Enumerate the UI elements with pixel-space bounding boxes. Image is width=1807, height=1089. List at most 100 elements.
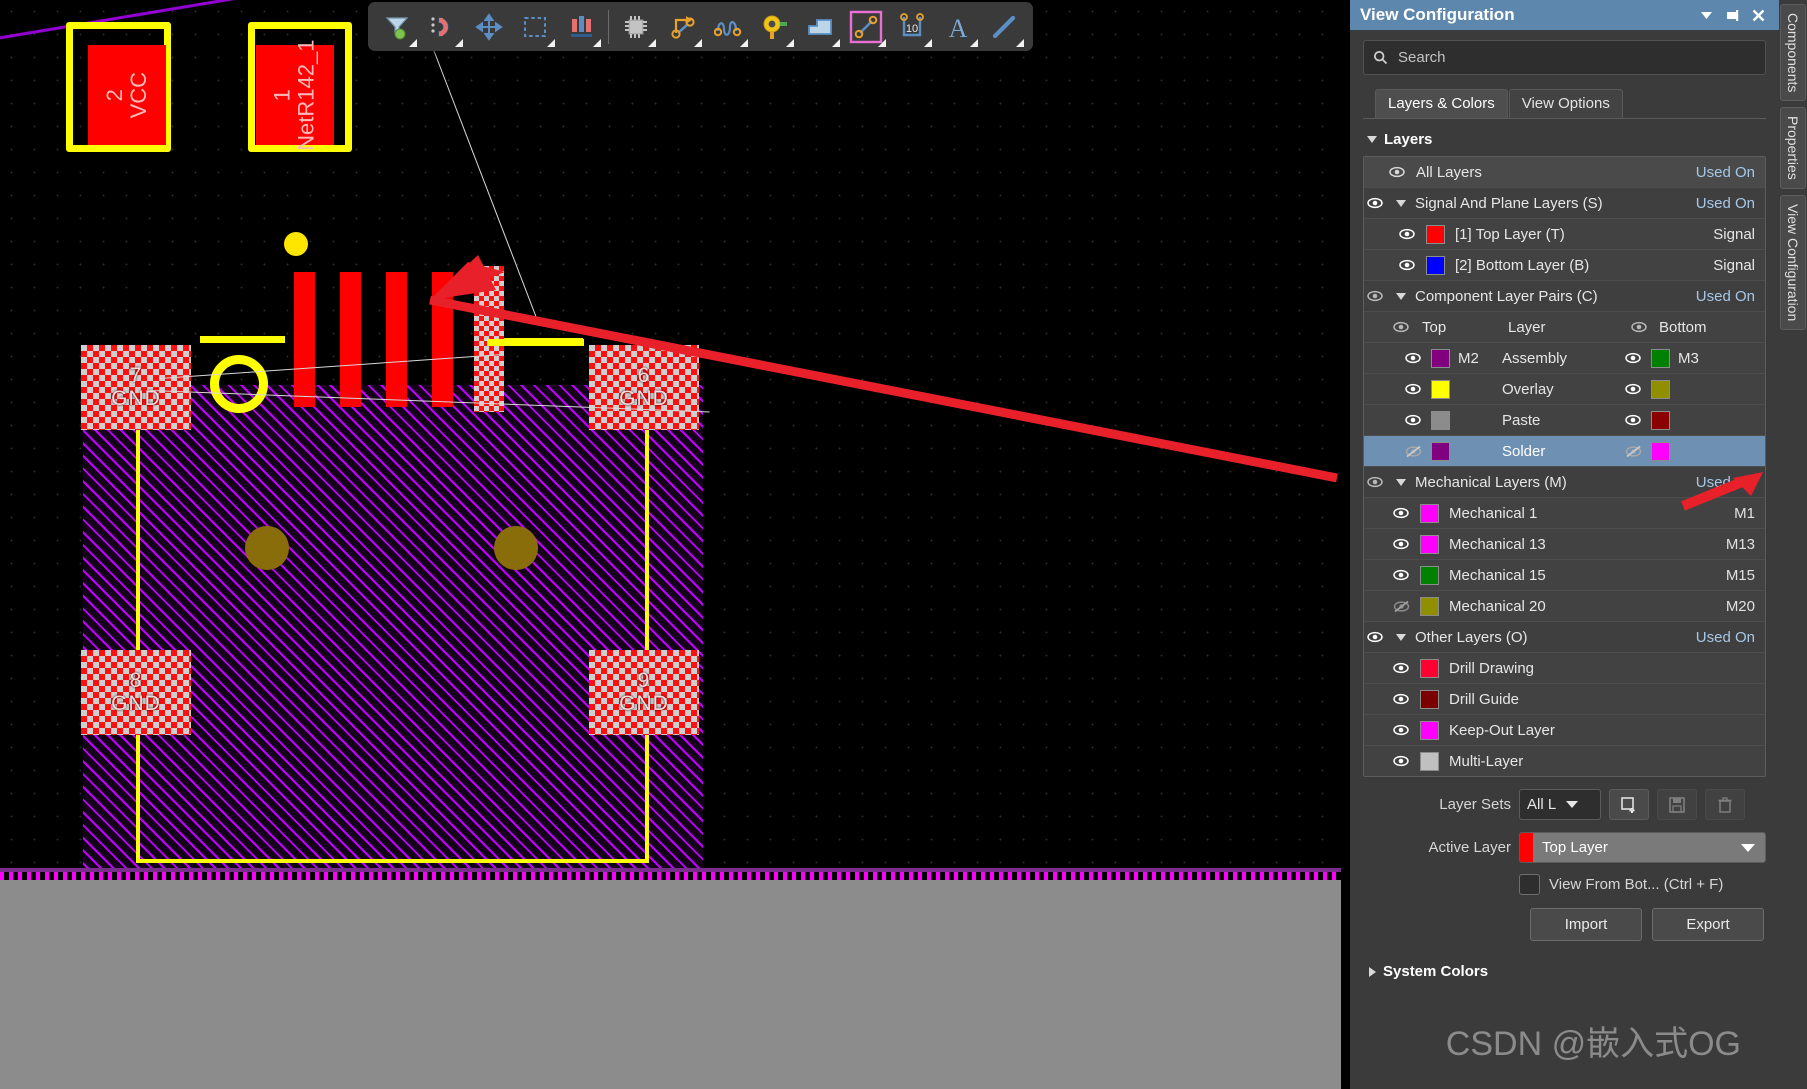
layer-group-component-layer-pairs[interactable]: Component Layer Pairs (C) Used On bbox=[1364, 281, 1765, 312]
layer-row-mechanical-1[interactable]: Mechanical 1 M1 bbox=[1364, 498, 1765, 529]
active-layer-select[interactable]: Top Layer bbox=[1519, 832, 1766, 863]
layer-row-bottom-layer[interactable]: [2] Bottom Layer (B) Signal bbox=[1364, 250, 1765, 281]
visibility-eye-icon[interactable] bbox=[1390, 724, 1412, 736]
visibility-eye-icon[interactable] bbox=[1364, 290, 1386, 302]
via-dot[interactable] bbox=[284, 232, 308, 256]
visibility-eye-icon-top[interactable] bbox=[1402, 352, 1424, 364]
finger-pad-2[interactable] bbox=[340, 272, 361, 407]
chevron-down-icon[interactable] bbox=[1396, 292, 1406, 300]
visibility-eye-icon[interactable] bbox=[1364, 197, 1386, 209]
layer-row-all-layers[interactable]: All Layers Used On bbox=[1364, 157, 1765, 188]
layer-row-mechanical-15[interactable]: Mechanical 15 M15 bbox=[1364, 560, 1765, 591]
chevron-down-icon[interactable] bbox=[1396, 478, 1406, 486]
add-layer-set-button[interactable] bbox=[1609, 789, 1649, 820]
pair-bottom-color-swatch[interactable] bbox=[1651, 410, 1670, 430]
layer-pair-row-solder[interactable]: Solder bbox=[1364, 436, 1765, 467]
visibility-eye-icon-top[interactable] bbox=[1402, 414, 1424, 426]
close-icon[interactable] bbox=[1745, 2, 1771, 28]
layer-color-swatch[interactable] bbox=[1420, 534, 1439, 554]
pair-top-color-swatch[interactable] bbox=[1431, 410, 1450, 430]
pad-7-gnd[interactable]: 7 GND bbox=[81, 345, 191, 430]
visibility-eye-hidden-icon-top[interactable] bbox=[1402, 445, 1424, 458]
route-track-tool-button[interactable] bbox=[659, 5, 705, 49]
layer-row-top-layer[interactable]: [1] Top Layer (T) Signal bbox=[1364, 219, 1765, 250]
interactive-length-tune-tool-button[interactable] bbox=[705, 5, 751, 49]
place-component-tool-button[interactable] bbox=[613, 5, 659, 49]
pad-8-gnd[interactable]: 8 GND bbox=[81, 650, 191, 735]
layer-sets-select[interactable]: All L bbox=[1519, 789, 1601, 820]
place-dimension-tool-button[interactable]: 10 bbox=[889, 5, 935, 49]
layer-group-mechanical-layers[interactable]: Mechanical Layers (M) Used On bbox=[1364, 467, 1765, 498]
visibility-eye-icon[interactable] bbox=[1386, 166, 1408, 178]
tab-view-options[interactable]: View Options bbox=[1508, 89, 1623, 118]
collapse-icon[interactable] bbox=[1693, 2, 1719, 28]
view-from-bottom-row[interactable]: View From Bot... (Ctrl + F) bbox=[1363, 874, 1766, 895]
pair-top-color-swatch[interactable] bbox=[1431, 348, 1450, 368]
align-tool-button[interactable] bbox=[558, 5, 604, 49]
layer-color-swatch[interactable] bbox=[1426, 255, 1445, 275]
layer-group-other-layers[interactable]: Other Layers (O) Used On bbox=[1364, 622, 1765, 653]
layer-row-drill-drawing[interactable]: Drill Drawing bbox=[1364, 653, 1765, 684]
pair-bottom-color-swatch[interactable] bbox=[1651, 348, 1670, 368]
pair-bottom-color-swatch[interactable] bbox=[1651, 379, 1670, 399]
snap-magnet-tool-button[interactable] bbox=[420, 5, 466, 49]
layer-row-keep-out-layer[interactable]: Keep-Out Layer bbox=[1364, 715, 1765, 746]
visibility-eye-icon[interactable] bbox=[1390, 569, 1412, 581]
layer-color-swatch[interactable] bbox=[1420, 751, 1439, 771]
visibility-eye-icon-bottom[interactable] bbox=[1622, 414, 1644, 426]
pair-bottom-color-swatch[interactable] bbox=[1651, 441, 1670, 461]
pair-top-color-swatch[interactable] bbox=[1431, 379, 1450, 399]
edge-tab-properties[interactable]: Properties bbox=[1780, 107, 1806, 190]
import-button[interactable]: Import bbox=[1530, 908, 1642, 941]
visibility-eye-icon[interactable] bbox=[1364, 631, 1386, 643]
place-via-tool-button[interactable] bbox=[751, 5, 797, 49]
visibility-eye-icon[interactable] bbox=[1390, 662, 1412, 674]
visibility-eye-icon[interactable] bbox=[1390, 321, 1412, 333]
area-select-tool-button[interactable] bbox=[512, 5, 558, 49]
visibility-eye-hidden-icon-bottom[interactable] bbox=[1622, 445, 1644, 458]
place-line-tool-button[interactable] bbox=[843, 5, 889, 49]
chevron-down-icon[interactable] bbox=[1396, 199, 1406, 207]
pad-2-vcc[interactable]: 2 VCC bbox=[88, 45, 166, 145]
layer-color-swatch[interactable] bbox=[1420, 565, 1439, 585]
pcb-tool-toolbar[interactable]: 10 A bbox=[368, 2, 1033, 51]
finger-pad-1[interactable] bbox=[294, 272, 315, 407]
layer-color-swatch[interactable] bbox=[1426, 224, 1445, 244]
layers-section-header[interactable]: Layers bbox=[1367, 131, 1766, 148]
visibility-eye-icon[interactable] bbox=[1390, 507, 1412, 519]
visibility-eye-icon-top[interactable] bbox=[1402, 383, 1424, 395]
pad-9-gnd[interactable]: 9 GND bbox=[589, 650, 699, 735]
layer-pair-row-paste[interactable]: Paste bbox=[1364, 405, 1765, 436]
edge-tab-components[interactable]: Components bbox=[1780, 4, 1806, 102]
chevron-down-icon[interactable] bbox=[1396, 633, 1406, 641]
pcb-canvas[interactable]: 2 VCC 1 NetR142_1 7 GND 6 GND 8 GND 9 GN… bbox=[0, 0, 1341, 1089]
search-box[interactable] bbox=[1363, 40, 1766, 75]
visibility-eye-icon[interactable] bbox=[1390, 538, 1412, 550]
layer-pair-row-overlay[interactable]: Overlay bbox=[1364, 374, 1765, 405]
visibility-eye-icon[interactable] bbox=[1390, 693, 1412, 705]
layer-group-signal-and-plane[interactable]: Signal And Plane Layers (S) Used On bbox=[1364, 188, 1765, 219]
layer-row-drill-guide[interactable]: Drill Guide bbox=[1364, 684, 1765, 715]
layer-pair-row-assembly[interactable]: M2 Assembly M3 bbox=[1364, 343, 1765, 374]
layer-color-swatch[interactable] bbox=[1420, 503, 1439, 523]
system-colors-section-header[interactable]: System Colors bbox=[1363, 963, 1766, 980]
visibility-eye-icon-bottom[interactable] bbox=[1622, 383, 1644, 395]
layer-row-mechanical-20[interactable]: Mechanical 20 M20 bbox=[1364, 591, 1765, 622]
through-hole-pad-ring[interactable] bbox=[210, 355, 268, 413]
visibility-eye-hidden-icon[interactable] bbox=[1390, 600, 1412, 613]
visibility-eye-icon[interactable] bbox=[1628, 321, 1650, 333]
place-string-tool-button[interactable]: A bbox=[935, 5, 981, 49]
visibility-eye-icon[interactable] bbox=[1396, 259, 1418, 271]
layer-row-multi-layer[interactable]: Multi-Layer bbox=[1364, 746, 1765, 776]
layer-color-swatch[interactable] bbox=[1420, 596, 1439, 616]
layer-color-swatch[interactable] bbox=[1420, 720, 1439, 740]
layer-color-swatch[interactable] bbox=[1420, 658, 1439, 678]
place-track-tool-button[interactable] bbox=[981, 5, 1027, 49]
filter-tool-button[interactable] bbox=[374, 5, 420, 49]
move-tool-button[interactable] bbox=[466, 5, 512, 49]
visibility-eye-icon[interactable] bbox=[1390, 755, 1412, 767]
visibility-eye-icon-bottom[interactable] bbox=[1622, 352, 1644, 364]
pair-top-color-swatch[interactable] bbox=[1431, 441, 1450, 461]
pad-6-gnd[interactable]: 6 GND bbox=[589, 345, 699, 430]
pad-1-netr142[interactable]: 1 NetR142_1 bbox=[256, 39, 334, 151]
